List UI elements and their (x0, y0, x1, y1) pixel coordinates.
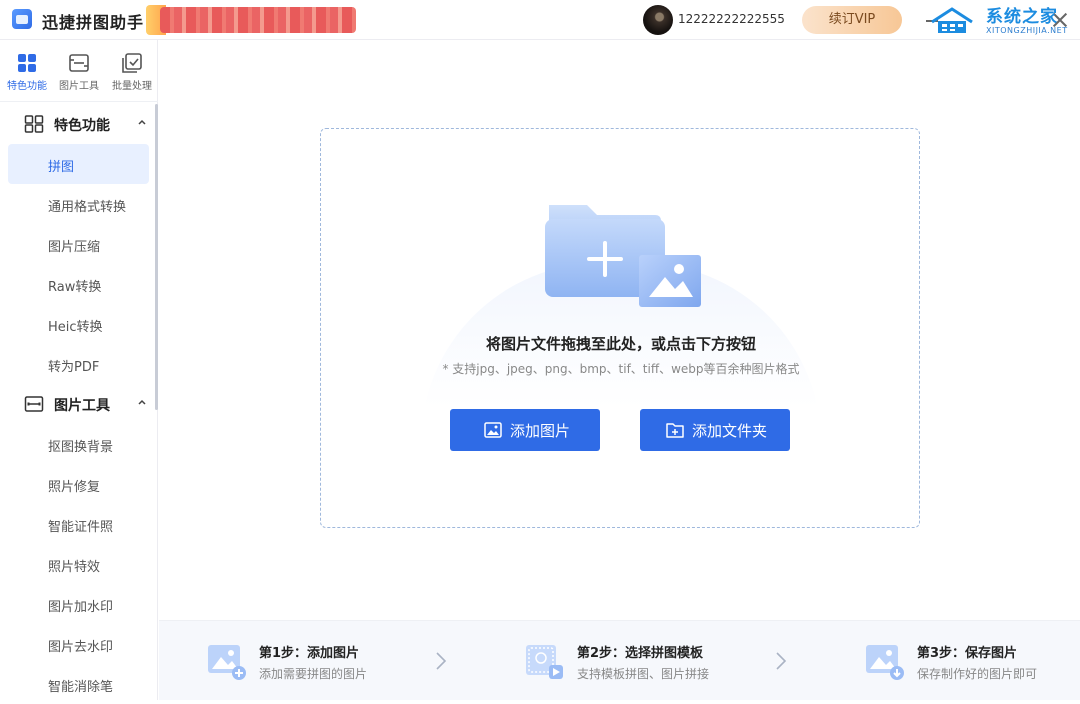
sidebar-item-label: Raw转换 (48, 280, 102, 295)
sidebar-item-label: Heic转换 (48, 320, 103, 335)
sidebar-item-remove-watermark[interactable]: 图片去水印 (8, 624, 149, 664)
sidebar-item-label: 照片修复 (48, 480, 101, 495)
step-1-title: 第1步：添加图片 (259, 646, 360, 661)
house-logo-icon (931, 7, 973, 33)
image-tool-icon (69, 54, 89, 72)
sidebar-item-label: 转为PDF (48, 360, 100, 375)
sidebar-scrollbar[interactable] (155, 104, 158, 410)
sidebar-item-compress[interactable]: 图片压缩 (8, 224, 149, 264)
step-3-desc: 保存制作好的图片即可 (917, 667, 1038, 681)
sidebar: 特色功能 图片工具 批量处理 特色功能 拼图 通用格式转换 图片压缩 Raw转换… (0, 40, 158, 700)
sidebar-item-raw-convert[interactable]: Raw转换 (8, 264, 149, 304)
sidebar-item-to-pdf[interactable]: 转为PDF (8, 344, 149, 384)
grid-icon (18, 54, 36, 72)
image-icon (484, 422, 502, 438)
promo-banner[interactable] (146, 5, 358, 35)
sidebar-item-label: 图片加水印 (48, 600, 114, 615)
sidebar-item-add-watermark[interactable]: 图片加水印 (8, 584, 149, 624)
step-2-title: 第2步：选择拼图模板 (577, 646, 704, 661)
section-image-tools-title: 图片工具 (54, 398, 110, 414)
sidebar-item-label: 图片去水印 (48, 640, 114, 655)
sidebar-item-label: 智能证件照 (48, 520, 114, 535)
chevron-right-icon (776, 652, 787, 670)
sidebar-tabs: 特色功能 图片工具 批量处理 (0, 40, 158, 102)
watermark-subtitle: XITONGZHIJIA.NET (986, 26, 1068, 35)
image-tool-outline-icon (24, 396, 44, 412)
add-image-button[interactable]: 添加图片 (450, 409, 600, 451)
step-2-desc: 支持模板拼图、图片拼接 (577, 667, 710, 681)
sidebar-item-id-photo[interactable]: 智能证件照 (8, 504, 149, 544)
app-title: 迅捷拼图助手 (42, 13, 145, 32)
sidebar-item-label: 抠图换背景 (48, 440, 114, 455)
renew-vip-button[interactable]: 续订VIP (802, 6, 902, 34)
sidebar-item-label: 图片压缩 (48, 240, 101, 255)
watermark-logo: 系统之家 XITONGZHIJIA.NET (928, 2, 1078, 38)
chevron-up-icon (138, 119, 146, 125)
sidebar-item-photo-effects[interactable]: 照片特效 (8, 544, 149, 584)
template-step-icon (526, 645, 563, 679)
user-id[interactable]: 12222222222555 (678, 12, 785, 26)
sidebar-item-label: 智能消除笔 (48, 680, 114, 695)
sidebar-item-photo-repair[interactable]: 照片修复 (8, 464, 149, 504)
watermark-title: 系统之家 (986, 7, 1058, 27)
tab-featured[interactable]: 特色功能 (1, 52, 53, 92)
save-photo-step-icon (866, 645, 904, 680)
folder-add-image-icon (545, 205, 701, 307)
steps-bar: 第1步：添加图片 添加需要拼图的图片 第2步：选择拼图模板 支持模板拼图、图片拼… (159, 620, 1080, 700)
grid-outline-icon (24, 115, 44, 133)
avatar[interactable] (643, 5, 673, 35)
dropzone[interactable]: 将图片文件拖拽至此处，或点击下方按钮 * 支持jpg、jpeg、png、bmp、… (320, 128, 920, 528)
promo-banner-image (160, 7, 356, 33)
sidebar-item-label: 照片特效 (48, 560, 101, 575)
sidebar-item-collage[interactable]: 拼图 (8, 144, 149, 184)
dropzone-hint: * 支持jpg、jpeg、png、bmp、tif、tiff、webp等百余种图片… (442, 362, 800, 376)
title-bar: 迅捷拼图助手 12222222222555 续订VIP 系统之家 XITONGZ… (0, 0, 1080, 40)
sidebar-item-label: 通用格式转换 (48, 200, 127, 215)
add-folder-button[interactable]: 添加文件夹 (640, 409, 790, 451)
main-panel: 将图片文件拖拽至此处，或点击下方按钮 * 支持jpg、jpeg、png、bmp、… (159, 40, 1080, 620)
sidebar-item-format-convert[interactable]: 通用格式转换 (8, 184, 149, 224)
tab-featured-label: 特色功能 (7, 81, 47, 92)
section-image-tools-header[interactable]: 图片工具 (0, 384, 158, 424)
tab-image-tools[interactable]: 图片工具 (53, 52, 105, 92)
sidebar-item-heic-convert[interactable]: Heic转换 (8, 304, 149, 344)
chevron-up-icon (138, 399, 146, 405)
add-photo-step-icon (208, 645, 246, 680)
dropzone-title: 将图片文件拖拽至此处，或点击下方按钮 (485, 335, 756, 353)
tab-batch[interactable]: 批量处理 (106, 52, 158, 92)
add-image-label: 添加图片 (510, 422, 571, 440)
batch-icon (122, 53, 142, 73)
tab-batch-label: 批量处理 (112, 81, 152, 92)
sidebar-item-smart-eraser[interactable]: 智能消除笔 (8, 664, 149, 704)
section-featured-title: 特色功能 (54, 118, 110, 134)
step-3-title: 第3步：保存图片 (917, 646, 1018, 661)
section-featured-header[interactable]: 特色功能 (0, 104, 158, 144)
tab-image-tools-label: 图片工具 (59, 81, 99, 92)
sidebar-item-label: 拼图 (48, 160, 75, 175)
sidebar-item-cutout-bg[interactable]: 抠图换背景 (8, 424, 149, 464)
step-1-desc: 添加需要拼图的图片 (259, 667, 368, 681)
chevron-right-icon (436, 652, 447, 670)
folder-plus-icon (666, 423, 684, 438)
app-logo-icon (12, 9, 32, 29)
add-folder-label: 添加文件夹 (692, 422, 768, 440)
